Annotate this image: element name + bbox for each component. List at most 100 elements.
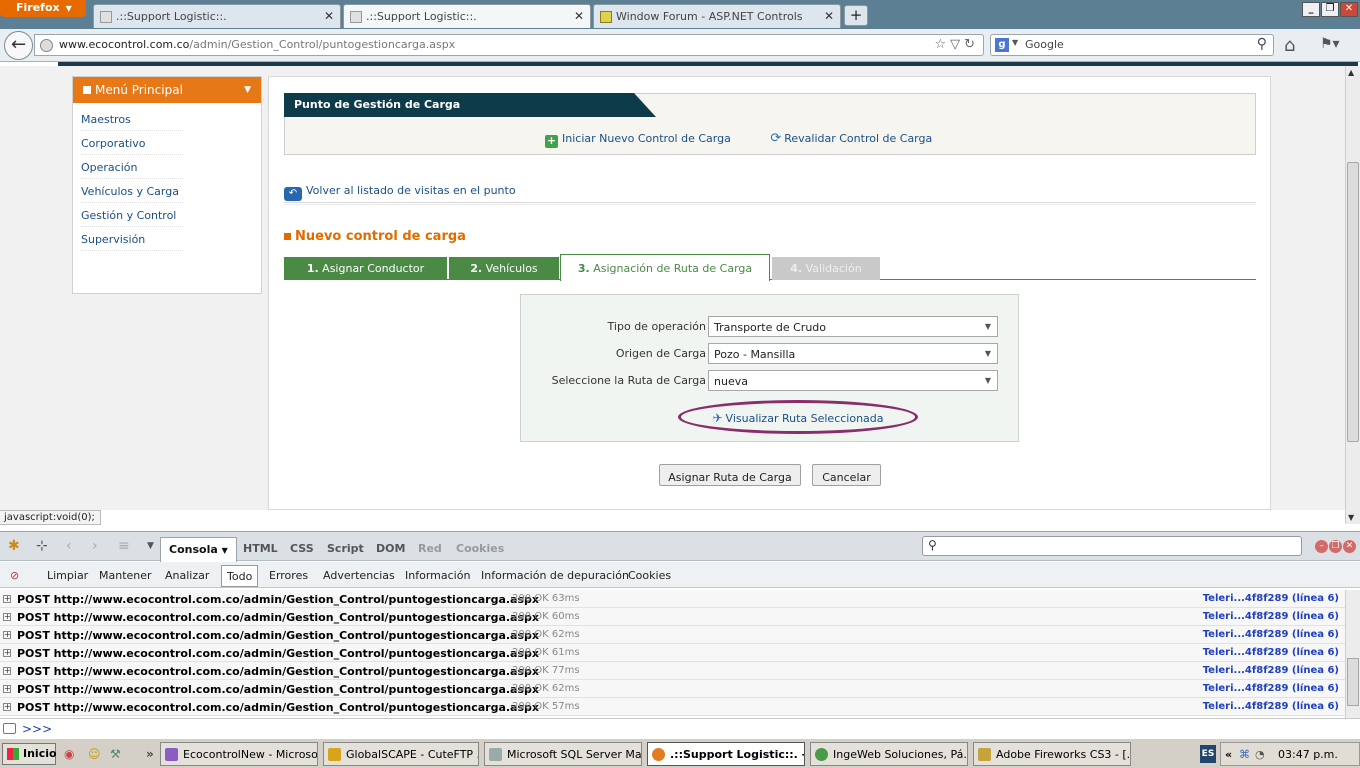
close-icon[interactable]: ✕ — [324, 9, 334, 23]
sidebar-item-gestion-control[interactable]: Gestión y Control — [81, 203, 183, 227]
scrollbar-thumb[interactable] — [1347, 658, 1359, 706]
log-source-link[interactable]: Teleri...4f8f289 (línea 6) — [1203, 611, 1339, 622]
url-bar[interactable]: www.ecocontrol.com.co/admin/Gestion_Cont… — [34, 34, 984, 56]
view-route-link[interactable]: ✈ Visualizar Ruta Seleccionada — [678, 400, 918, 434]
command-editor-icon[interactable] — [3, 723, 16, 734]
bookmarks-icon[interactable]: ⚑▾ — [1320, 36, 1340, 52]
chevron-down-icon[interactable]: ▼ — [1012, 38, 1018, 47]
detach-icon[interactable]: ❐ — [1329, 540, 1342, 553]
browser-tab-active[interactable]: .::Support Logistic::. ✕ — [343, 4, 591, 28]
tab-css[interactable]: CSS — [290, 542, 314, 555]
minimize-icon[interactable]: – — [1315, 540, 1328, 553]
firebug-bug-icon[interactable]: ✱ — [8, 538, 20, 554]
log-row[interactable]: + POST http://www.ecocontrol.com.co/admin… — [0, 644, 1345, 662]
console-command-line[interactable]: >>> — [0, 718, 1360, 738]
filter-todo[interactable]: Todo — [221, 565, 259, 587]
expand-icon[interactable]: + — [3, 631, 11, 639]
filter-informacion[interactable]: Información — [405, 569, 470, 582]
firebug-search-input[interactable]: ⚲ — [922, 536, 1302, 556]
taskbar-item-visual-studio[interactable]: EcocontrolNew - Microso... — [160, 742, 318, 766]
assign-route-button[interactable]: Asignar Ruta de Carga — [659, 464, 801, 486]
page-scrollbar[interactable]: ▲ ▼ — [1345, 66, 1360, 524]
clear-console-icon[interactable]: ⊘ — [10, 569, 19, 582]
log-source-link[interactable]: Teleri...4f8f289 (línea 6) — [1203, 665, 1339, 676]
log-source-link[interactable]: Teleri...4f8f289 (línea 6) — [1203, 701, 1339, 712]
new-tab-button[interactable]: + — [844, 5, 868, 26]
taskbar-item-sql-server[interactable]: Microsoft SQL Server Ma... — [484, 742, 642, 766]
browser-tab[interactable]: .::Support Logistic::. ✕ — [93, 4, 341, 28]
scrollbar-thumb[interactable] — [1347, 162, 1359, 442]
origin-select[interactable]: Pozo - Mansilla ▼ — [708, 343, 998, 364]
search-icon[interactable]: ⚲ — [1257, 36, 1267, 52]
sidebar-item-maestros[interactable]: Maestros — [81, 107, 183, 131]
close-icon[interactable]: ✕ — [1343, 540, 1356, 553]
taskbar-item-fireworks[interactable]: Adobe Fireworks CS3 - [... — [973, 742, 1131, 766]
close-icon[interactable]: ✕ — [574, 9, 584, 23]
expand-icon[interactable]: + — [3, 703, 11, 711]
network-icon[interactable]: ⌘ — [1239, 748, 1250, 761]
chevron-down-icon[interactable]: ▼ — [147, 541, 154, 551]
taskbar-item-firefox[interactable]: .::Support Logistic::. - ... — [647, 742, 805, 766]
log-row[interactable]: + POST http://www.ecocontrol.com.co/admin… — [0, 590, 1345, 608]
log-row[interactable]: + POST http://www.ecocontrol.com.co/admin… — [0, 626, 1345, 644]
volume-icon[interactable]: ◔ — [1255, 748, 1265, 761]
home-icon[interactable]: ⌂ — [1284, 35, 1295, 56]
filter-limpiar[interactable]: Limpiar — [47, 569, 88, 582]
chevron-left-icon[interactable]: « — [1225, 748, 1232, 761]
close-window-icon[interactable]: ✕ — [1340, 2, 1358, 17]
route-select[interactable]: nueva ▼ — [708, 370, 998, 391]
close-icon[interactable]: ✕ — [824, 9, 834, 23]
site-identity-icon[interactable] — [40, 39, 53, 52]
browser-tab[interactable]: Window Forum - ASP.NET Controls ✕ — [593, 4, 841, 28]
console-scrollbar[interactable] — [1345, 590, 1360, 718]
start-button[interactable]: Inicio — [2, 743, 57, 765]
sidebar-item-vehiculos-carga[interactable]: Vehículos y Carga — [81, 179, 183, 203]
star-reload-icons[interactable]: ☆▽↻ — [934, 37, 979, 52]
tab-asignacion-ruta[interactable]: 3. Asignación de Ruta de Carga — [560, 254, 770, 281]
revalidate-link[interactable]: ⟳ Revalidar Control de Carga — [770, 131, 932, 146]
expand-icon[interactable]: + — [3, 649, 11, 657]
filter-advertencias[interactable]: Advertencias — [323, 569, 395, 582]
log-row[interactable]: + POST http://www.ecocontrol.com.co/admin… — [0, 662, 1345, 680]
tab-cookies[interactable]: Cookies — [456, 542, 504, 555]
chevron-down-icon[interactable]: ▼ — [980, 372, 996, 389]
search-bar[interactable]: g ▼ Google ⚲ — [990, 34, 1274, 56]
tab-asignar-conductor[interactable]: 1. Asignar Conductor — [284, 257, 447, 280]
log-row[interactable]: + POST http://www.ecocontrol.com.co/admin… — [0, 680, 1345, 698]
cancel-button[interactable]: Cancelar — [812, 464, 881, 486]
filter-analizar[interactable]: Analizar — [165, 569, 209, 582]
expand-icon[interactable]: + — [3, 685, 11, 693]
expand-icon[interactable]: + — [3, 667, 11, 675]
tab-dom[interactable]: DOM — [376, 542, 405, 555]
tab-vehiculos[interactable]: 2. Vehículos — [449, 257, 559, 280]
tab-red[interactable]: Red — [418, 542, 442, 555]
log-row[interactable]: + POST http://www.ecocontrol.com.co/admin… — [0, 608, 1345, 626]
log-source-link[interactable]: Teleri...4f8f289 (línea 6) — [1203, 683, 1339, 694]
quicklaunch-firefox-icon[interactable]: ◉ — [64, 747, 74, 761]
log-row[interactable]: + POST http://www.ecocontrol.com.co/admin… — [0, 698, 1345, 716]
firefox-menu-button[interactable]: Firefox ▼ — [0, 0, 86, 17]
filter-depuracion[interactable]: Información de depuración — [481, 569, 629, 582]
sidebar-item-supervision[interactable]: Supervisión — [81, 227, 183, 251]
back-button[interactable]: ← — [4, 31, 33, 60]
tab-consola[interactable]: Consola ▼ — [160, 537, 237, 562]
tab-html[interactable]: HTML — [243, 542, 278, 555]
operation-type-select[interactable]: Transporte de Crudo ▼ — [708, 316, 998, 337]
log-source-link[interactable]: Teleri...4f8f289 (línea 6) — [1203, 629, 1339, 640]
log-source-link[interactable]: Teleri...4f8f289 (línea 6) — [1203, 593, 1339, 604]
language-indicator[interactable]: ES — [1200, 745, 1216, 763]
scroll-down-icon[interactable]: ▼ — [1348, 513, 1354, 522]
filter-mantener[interactable]: Mantener — [99, 569, 152, 582]
expand-icon[interactable]: + — [3, 613, 11, 621]
taskbar-item-cuteftp[interactable]: GlobalSCAPE - CuteFTP ... — [323, 742, 479, 766]
expand-icon[interactable]: + — [3, 595, 11, 603]
scroll-up-icon[interactable]: ▲ — [1348, 68, 1354, 77]
sidebar-item-operacion[interactable]: Operación — [81, 155, 183, 179]
filter-cookies[interactable]: Cookies — [628, 569, 671, 582]
tab-script[interactable]: Script — [327, 542, 364, 555]
sidebar-item-corporativo[interactable]: Corporativo — [81, 131, 183, 155]
chevron-down-icon[interactable]: ▼ — [980, 318, 996, 335]
back-to-visits-link[interactable]: ↶ Volver al listado de visitas en el punt… — [284, 184, 516, 201]
restore-icon[interactable]: ❐ — [1321, 2, 1339, 17]
chevron-down-icon[interactable]: ▼ — [244, 85, 251, 95]
